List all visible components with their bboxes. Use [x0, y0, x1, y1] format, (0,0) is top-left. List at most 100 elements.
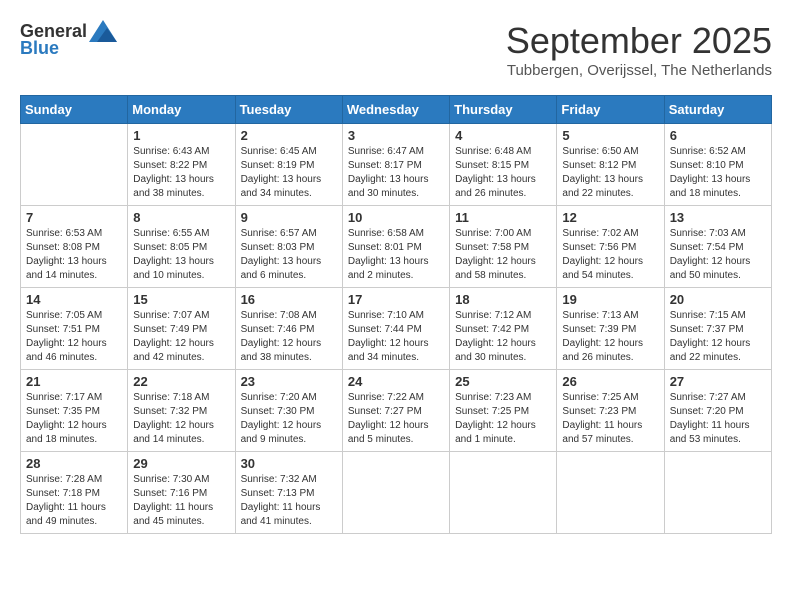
calendar-cell: 3 Sunrise: 6:47 AMSunset: 8:17 PMDaylight… [342, 124, 449, 206]
calendar-cell: 29 Sunrise: 7:30 AMSunset: 7:16 PMDayligh… [128, 452, 235, 534]
calendar-cell: 8 Sunrise: 6:55 AMSunset: 8:05 PMDaylight… [128, 206, 235, 288]
cell-content: Sunrise: 7:13 AMSunset: 7:39 PMDaylight:… [562, 309, 658, 365]
day-number: 6 [670, 128, 766, 143]
calendar-cell: 24Sunrise: 7:22 AMSunset: 7:27 PMDayligh… [342, 370, 449, 452]
weekday-header-sunday: Sunday [21, 96, 128, 124]
logo: General Blue [20, 20, 117, 59]
day-number: 29 [133, 456, 229, 471]
cell-content: Sunrise: 7:08 AMSunset: 7:46 PMDaylight:… [241, 309, 337, 365]
calendar-cell: 12Sunrise: 7:02 AMSunset: 7:56 PMDayligh… [557, 206, 664, 288]
calendar-cell: 26Sunrise: 7:25 AMSunset: 7:23 PMDayligh… [557, 370, 664, 452]
cell-content: Sunrise: 7:03 AMSunset: 7:54 PMDaylight:… [670, 227, 766, 283]
calendar-cell: 9 Sunrise: 6:57 AMSunset: 8:03 PMDaylight… [235, 206, 342, 288]
cell-content: Sunrise: 6:47 AMSunset: 8:17 PMDaylight:… [348, 145, 444, 201]
weekday-header-friday: Friday [557, 96, 664, 124]
day-number: 27 [670, 374, 766, 389]
calendar-cell: 23 Sunrise: 7:20 AMSunset: 7:30 PMDayligh… [235, 370, 342, 452]
day-number: 3 [348, 128, 444, 143]
calendar-cell: 28Sunrise: 7:28 AMSunset: 7:18 PMDayligh… [21, 452, 128, 534]
cell-content: Sunrise: 7:07 AMSunset: 7:49 PMDaylight:… [133, 309, 229, 365]
day-number: 1 [133, 128, 229, 143]
calendar-cell: 25 Sunrise: 7:23 AMSunset: 7:25 PMDayligh… [450, 370, 557, 452]
calendar-table: SundayMondayTuesdayWednesdayThursdayFrid… [20, 95, 772, 534]
location-text: Tubbergen, Overijssel, The Netherlands [506, 62, 772, 79]
cell-content: Sunrise: 6:58 AMSunset: 8:01 PMDaylight:… [348, 227, 444, 283]
calendar-cell: 14Sunrise: 7:05 AMSunset: 7:51 PMDayligh… [21, 288, 128, 370]
calendar-cell: 27 Sunrise: 7:27 AMSunset: 7:20 PMDayligh… [664, 370, 771, 452]
day-number: 8 [133, 210, 229, 225]
weekday-header-saturday: Saturday [664, 96, 771, 124]
day-number: 18 [455, 292, 551, 307]
cell-content: Sunrise: 7:22 AMSunset: 7:27 PMDaylight:… [348, 391, 444, 447]
cell-content: Sunrise: 7:18 AMSunset: 7:32 PMDaylight:… [133, 391, 229, 447]
cell-content: Sunrise: 7:10 AMSunset: 7:44 PMDaylight:… [348, 309, 444, 365]
day-number: 13 [670, 210, 766, 225]
day-number: 20 [670, 292, 766, 307]
cell-content: Sunrise: 7:32 AMSunset: 7:13 PMDaylight:… [241, 473, 337, 529]
calendar-cell: 16 Sunrise: 7:08 AMSunset: 7:46 PMDayligh… [235, 288, 342, 370]
day-number: 16 [241, 292, 337, 307]
calendar-cell [450, 452, 557, 534]
weekday-header-thursday: Thursday [450, 96, 557, 124]
day-number: 10 [348, 210, 444, 225]
calendar-cell [557, 452, 664, 534]
calendar-cell: 19 Sunrise: 7:13 AMSunset: 7:39 PMDayligh… [557, 288, 664, 370]
day-number: 17 [348, 292, 444, 307]
day-number: 23 [241, 374, 337, 389]
calendar-cell [342, 452, 449, 534]
day-number: 4 [455, 128, 551, 143]
title-area: September 2025 Tubbergen, Overijssel, Th… [506, 20, 772, 79]
cell-content: Sunrise: 6:57 AMSunset: 8:03 PMDaylight:… [241, 227, 337, 283]
day-number: 11 [455, 210, 551, 225]
calendar-cell: 6 Sunrise: 6:52 AMSunset: 8:10 PMDaylight… [664, 124, 771, 206]
day-number: 28 [26, 456, 122, 471]
calendar-cell: 5 Sunrise: 6:50 AMSunset: 8:12 PMDaylight… [557, 124, 664, 206]
week-row-2: 7Sunrise: 6:53 AMSunset: 8:08 PMDaylight… [21, 206, 772, 288]
calendar-cell: 4 Sunrise: 6:48 AMSunset: 8:15 PMDaylight… [450, 124, 557, 206]
day-number: 5 [562, 128, 658, 143]
day-number: 15 [133, 292, 229, 307]
day-number: 2 [241, 128, 337, 143]
cell-content: Sunrise: 7:30 AMSunset: 7:16 PMDaylight:… [133, 473, 229, 529]
calendar-cell: 1 Sunrise: 6:43 AMSunset: 8:22 PMDaylight… [128, 124, 235, 206]
cell-content: Sunrise: 6:53 AMSunset: 8:08 PMDaylight:… [26, 227, 122, 283]
week-row-5: 28Sunrise: 7:28 AMSunset: 7:18 PMDayligh… [21, 452, 772, 534]
cell-content: Sunrise: 6:48 AMSunset: 8:15 PMDaylight:… [455, 145, 551, 201]
day-number: 26 [562, 374, 658, 389]
cell-content: Sunrise: 7:17 AMSunset: 7:35 PMDaylight:… [26, 391, 122, 447]
week-row-1: 1 Sunrise: 6:43 AMSunset: 8:22 PMDaylight… [21, 124, 772, 206]
day-number: 12 [562, 210, 658, 225]
page-header: General Blue September 2025 Tubbergen, O… [20, 20, 772, 79]
day-number: 21 [26, 374, 122, 389]
day-number: 19 [562, 292, 658, 307]
cell-content: Sunrise: 7:27 AMSunset: 7:20 PMDaylight:… [670, 391, 766, 447]
cell-content: Sunrise: 6:45 AMSunset: 8:19 PMDaylight:… [241, 145, 337, 201]
week-row-4: 21 Sunrise: 7:17 AMSunset: 7:35 PMDayligh… [21, 370, 772, 452]
calendar-cell: 7Sunrise: 6:53 AMSunset: 8:08 PMDaylight… [21, 206, 128, 288]
cell-content: Sunrise: 7:23 AMSunset: 7:25 PMDaylight:… [455, 391, 551, 447]
cell-content: Sunrise: 6:55 AMSunset: 8:05 PMDaylight:… [133, 227, 229, 283]
month-title: September 2025 [506, 20, 772, 62]
cell-content: Sunrise: 7:05 AMSunset: 7:51 PMDaylight:… [26, 309, 122, 365]
calendar-cell: 11 Sunrise: 7:00 AMSunset: 7:58 PMDayligh… [450, 206, 557, 288]
logo-icon [89, 20, 117, 42]
cell-content: Sunrise: 7:20 AMSunset: 7:30 PMDaylight:… [241, 391, 337, 447]
weekday-header-tuesday: Tuesday [235, 96, 342, 124]
calendar-cell: 17 Sunrise: 7:10 AMSunset: 7:44 PMDayligh… [342, 288, 449, 370]
day-number: 9 [241, 210, 337, 225]
cell-content: Sunrise: 6:50 AMSunset: 8:12 PMDaylight:… [562, 145, 658, 201]
calendar-cell: 10 Sunrise: 6:58 AMSunset: 8:01 PMDayligh… [342, 206, 449, 288]
weekday-header-row: SundayMondayTuesdayWednesdayThursdayFrid… [21, 96, 772, 124]
cell-content: Sunrise: 6:52 AMSunset: 8:10 PMDaylight:… [670, 145, 766, 201]
calendar-cell: 15 Sunrise: 7:07 AMSunset: 7:49 PMDayligh… [128, 288, 235, 370]
day-number: 30 [241, 456, 337, 471]
weekday-header-wednesday: Wednesday [342, 96, 449, 124]
calendar-cell: 21 Sunrise: 7:17 AMSunset: 7:35 PMDayligh… [21, 370, 128, 452]
day-number: 25 [455, 374, 551, 389]
calendar-cell: 18Sunrise: 7:12 AMSunset: 7:42 PMDayligh… [450, 288, 557, 370]
cell-content: Sunrise: 6:43 AMSunset: 8:22 PMDaylight:… [133, 145, 229, 201]
logo-blue-text: Blue [20, 38, 59, 59]
calendar-cell [664, 452, 771, 534]
calendar-cell: 2 Sunrise: 6:45 AMSunset: 8:19 PMDaylight… [235, 124, 342, 206]
cell-content: Sunrise: 7:00 AMSunset: 7:58 PMDaylight:… [455, 227, 551, 283]
